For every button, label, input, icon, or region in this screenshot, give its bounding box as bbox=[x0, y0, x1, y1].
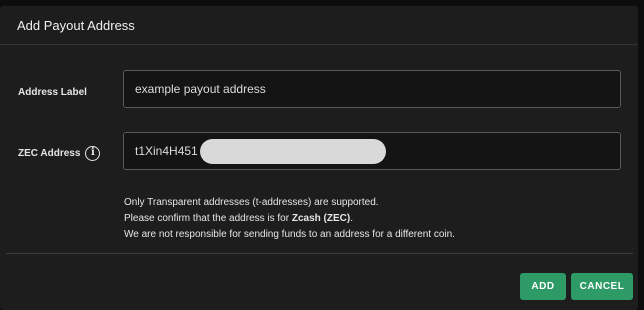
address-label-input[interactable]: example payout address bbox=[123, 70, 621, 108]
cancel-button[interactable]: CANCEL bbox=[571, 273, 633, 300]
dialog-header: Add Payout Address bbox=[0, 6, 638, 45]
footer-divider bbox=[6, 253, 633, 254]
zec-address-value: t1Xin4H451 bbox=[135, 144, 198, 158]
add-button[interactable]: ADD bbox=[520, 273, 566, 300]
zec-address-label-group: ZEC Address i bbox=[18, 143, 101, 163]
redacted-address-overlay bbox=[199, 138, 386, 164]
note-coin-name: Zcash (ZEC) bbox=[291, 213, 351, 224]
note-line-3: We are not responsible for sending funds… bbox=[124, 229, 455, 240]
dialog-title: Add Payout Address bbox=[17, 17, 135, 33]
address-label-value: example payout address bbox=[135, 82, 266, 96]
address-notes: Only Transparent addresses (t-addresses)… bbox=[124, 195, 455, 243]
address-label-label: Address Label bbox=[18, 86, 87, 98]
add-payout-address-dialog: Add Payout Address Address Label example… bbox=[0, 6, 638, 310]
note-line-1: Only Transparent addresses (t-addresses)… bbox=[124, 197, 379, 208]
zec-address-input[interactable]: t1Xin4H451 bbox=[123, 132, 621, 170]
info-icon[interactable]: i bbox=[85, 145, 101, 161]
zec-address-label: ZEC Address bbox=[18, 147, 81, 159]
note-line-2: Please confirm that the address is for Z… bbox=[124, 213, 353, 224]
